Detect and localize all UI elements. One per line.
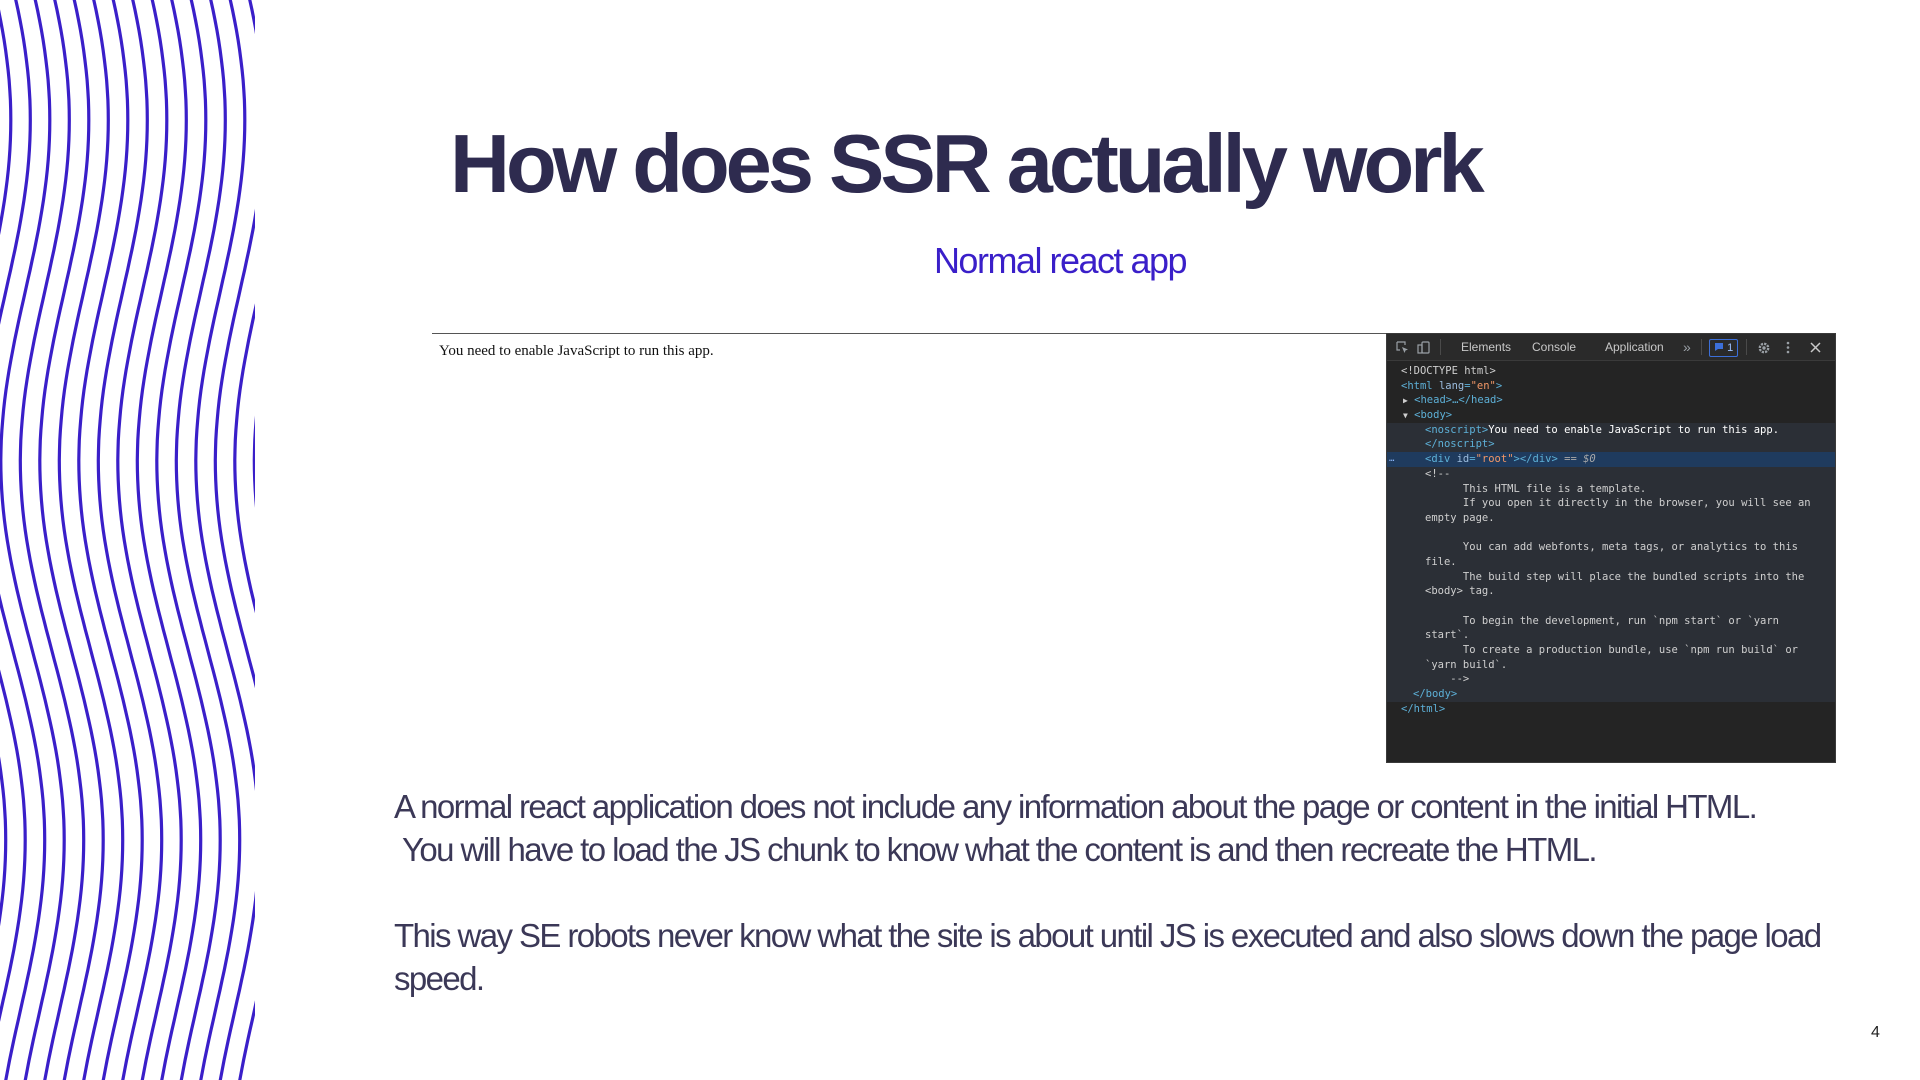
dom-comment-line: `yarn build`.	[1387, 657, 1835, 673]
elements-dom-tree: <!DOCTYPE html> <html lang="en"> ▶ <head…	[1387, 360, 1835, 762]
dom-comment-line: -->	[1387, 672, 1835, 688]
dom-line-html-close[interactable]: </html>	[1387, 702, 1835, 717]
kebab-menu-icon[interactable]	[1782, 334, 1794, 360]
tab-application[interactable]: Application	[1598, 334, 1671, 360]
tab-console[interactable]: Console	[1525, 334, 1583, 360]
slide-body-text: A normal react application does not incl…	[394, 785, 1914, 1000]
devtools-panel: Elements Console Application » 1 <!DOCTY…	[1386, 333, 1836, 763]
dom-line-div-root-selected[interactable]: … <div id="root"></div> == $0	[1387, 452, 1835, 467]
dom-line-noscript-close[interactable]: </noscript>	[1387, 437, 1835, 453]
collapse-arrow-icon[interactable]: ▼	[1403, 411, 1408, 420]
paragraph-1-line-2: You will have to load the JS chunk to kn…	[402, 831, 1598, 868]
issues-icon	[1715, 343, 1723, 351]
dom-line-body-close[interactable]: </body>	[1387, 687, 1835, 702]
tab-elements[interactable]: Elements	[1454, 334, 1518, 360]
dom-line-body[interactable]: ▼ <body>	[1387, 408, 1835, 423]
dom-line-doctype[interactable]: <!DOCTYPE html>	[1387, 364, 1835, 379]
issues-count: 1	[1727, 342, 1734, 354]
dom-comment-line: To begin the development, run `npm start…	[1387, 613, 1835, 629]
settings-gear-icon[interactable]	[1756, 334, 1772, 360]
dom-line-head[interactable]: ▶ <head>…</head>	[1387, 393, 1835, 408]
toolbar-separator	[1701, 339, 1702, 355]
dom-comment-line: <body> tag.	[1387, 584, 1835, 599]
browser-page-view: You need to enable JavaScript to run thi…	[432, 333, 1387, 763]
wave-stripe	[0, 756, 8, 927]
dom-comment-line	[1387, 525, 1835, 541]
wave-stripe	[0, 9, 27, 1022]
expand-arrow-icon[interactable]: ▶	[1403, 396, 1408, 405]
dom-comment-line: empty page.	[1387, 510, 1835, 526]
noscript-page-text: You need to enable JavaScript to run thi…	[439, 343, 714, 359]
dom-comment-line: You can add webfonts, meta tags, or anal…	[1387, 540, 1835, 555]
dom-comment-line: file.	[1387, 554, 1835, 570]
paragraph-2: This way SE robots never know what the s…	[394, 917, 1822, 997]
toolbar-separator	[1746, 339, 1747, 355]
dom-comment-line: The build step will place the bundled sc…	[1387, 569, 1835, 585]
dom-comment-line: To create a production bundle, use `npm …	[1387, 643, 1835, 658]
dom-line-noscript[interactable]: <noscript>You need to enable JavaScript …	[1387, 422, 1835, 438]
toolbar-separator	[1440, 339, 1441, 355]
device-toolbar-icon[interactable]	[1415, 334, 1431, 360]
wavy-stripe-decoration	[0, 0, 255, 1080]
selected-node-ellipsis-icon[interactable]: …	[1389, 452, 1394, 467]
dom-comment-line	[1387, 599, 1835, 614]
browser-top-border	[432, 333, 1387, 334]
dom-comment-line: If you open it directly in the browser, …	[1387, 496, 1835, 511]
dom-line-html[interactable]: <html lang="en">	[1387, 379, 1835, 394]
dom-comment-line: start`.	[1387, 628, 1835, 644]
dom-comment-line: This HTML file is a template.	[1387, 481, 1835, 497]
devtools-toolbar: Elements Console Application » 1	[1387, 334, 1835, 361]
slide-subtitle: Normal react app	[933, 240, 1188, 281]
page-number: 4	[1871, 1024, 1880, 1041]
more-tabs-chevron-icon[interactable]: »	[1683, 334, 1691, 360]
close-icon[interactable]	[1807, 334, 1823, 360]
slide-title: How does SSR actually work	[450, 117, 1485, 210]
inspect-element-icon[interactable]	[1394, 334, 1410, 360]
issues-badge[interactable]: 1	[1709, 339, 1739, 357]
dom-comment-line[interactable]: <!--	[1387, 466, 1835, 482]
paragraph-1-line-1: A normal react application does not incl…	[394, 788, 1758, 825]
